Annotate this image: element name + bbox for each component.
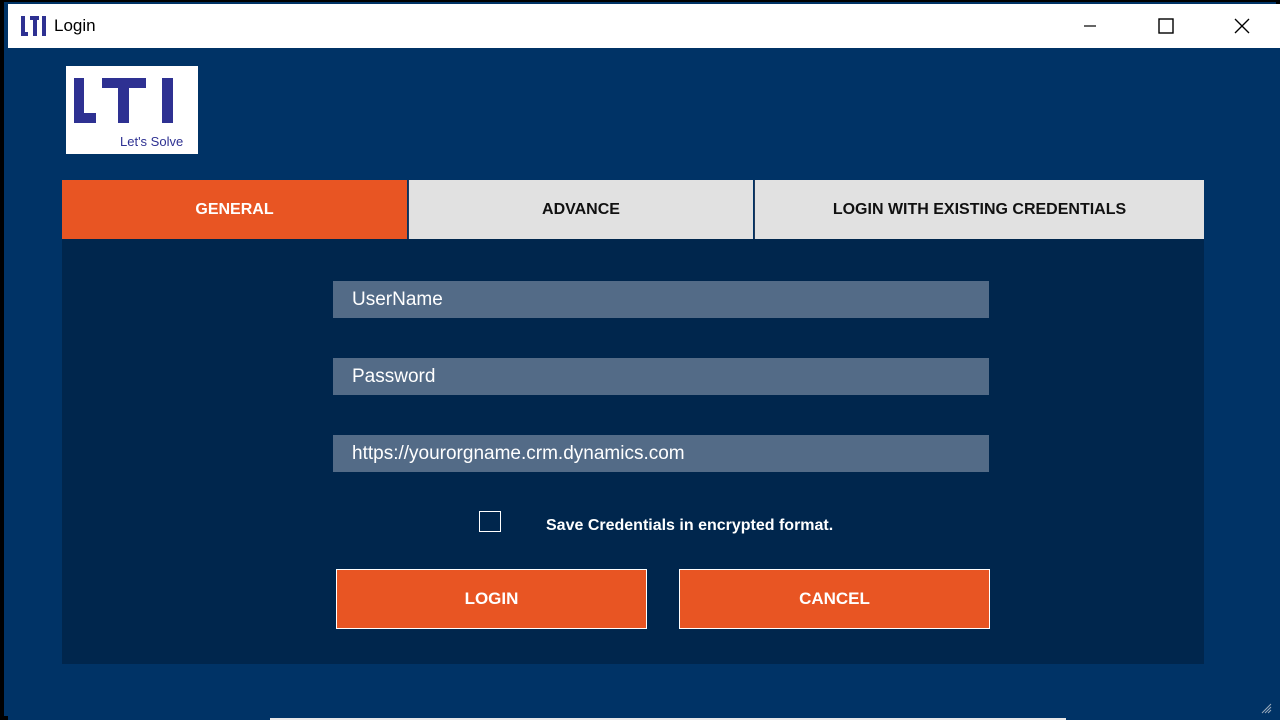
maximize-icon xyxy=(1158,18,1174,34)
username-input[interactable] xyxy=(333,281,989,318)
login-tabs: GENERAL ADVANCE LOGIN WITH EXISTING CRED… xyxy=(62,180,1204,239)
client-area: Let's Solve GENERAL ADVANCE LOGIN WITH E… xyxy=(8,48,1280,720)
save-credentials-checkbox[interactable] xyxy=(479,511,501,532)
minimize-button[interactable] xyxy=(1052,4,1128,48)
close-icon xyxy=(1234,18,1250,34)
org-url-input[interactable] xyxy=(333,435,989,472)
close-button[interactable] xyxy=(1204,4,1280,48)
tab-existing-credentials[interactable]: LOGIN WITH EXISTING CREDENTIALS xyxy=(754,180,1204,239)
save-credentials-label: Save Credentials in encrypted format. xyxy=(546,517,834,534)
general-panel: Save Credentials in encrypted format. LO… xyxy=(62,239,1204,664)
title-bar[interactable]: Login xyxy=(8,4,1280,48)
cancel-button[interactable]: CANCEL xyxy=(679,569,990,629)
company-logo: Let's Solve xyxy=(66,66,198,154)
logo-tagline: Let's Solve xyxy=(120,134,184,149)
resize-grip-icon[interactable] xyxy=(1260,702,1272,714)
login-button[interactable]: LOGIN xyxy=(336,569,647,629)
tab-general[interactable]: GENERAL xyxy=(62,180,407,239)
password-input[interactable] xyxy=(333,358,989,395)
lti-logo-mark xyxy=(74,78,173,123)
lti-logo-icon xyxy=(21,14,47,38)
window-title: Login xyxy=(54,16,96,35)
maximize-button[interactable] xyxy=(1128,4,1204,48)
minimize-icon xyxy=(1084,25,1096,27)
login-window: Login Let's Solve GENERAL ADVANCE LOGIN … xyxy=(0,0,1280,720)
tab-advance[interactable]: ADVANCE xyxy=(408,180,753,239)
